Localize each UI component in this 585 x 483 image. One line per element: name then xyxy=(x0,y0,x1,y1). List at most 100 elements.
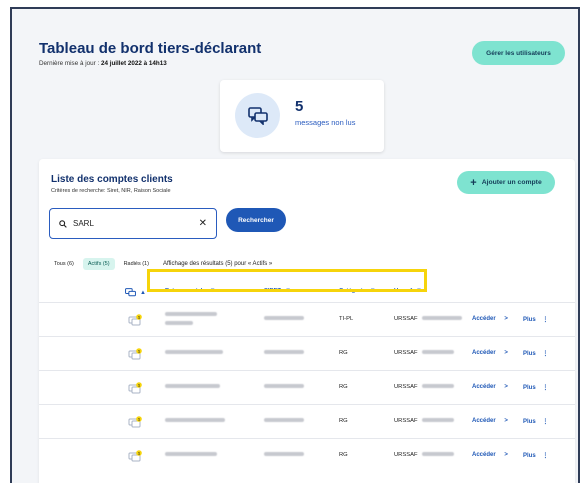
urssaf-label: URSSAF xyxy=(394,350,418,356)
column-categorie-label: Catégorie xyxy=(339,288,366,294)
access-account-link[interactable]: Accéder > xyxy=(472,418,508,424)
last-update: Dernière mise à jour : 24 juillet 2022 à… xyxy=(39,60,167,67)
chat-bubbles-icon xyxy=(235,93,280,138)
clear-icon[interactable]: ✕ xyxy=(199,218,207,229)
column-siret[interactable]: SIRET ▼ xyxy=(264,288,291,294)
filter-all[interactable]: Tous (6) xyxy=(49,258,79,270)
access-label: Accéder xyxy=(472,316,496,322)
add-account-label: Ajouter un compte xyxy=(481,179,542,186)
table-row: 1 TI-PL URSSAF Accéder > Plus ⋮ xyxy=(39,302,575,336)
urssaf-cell: URSSAF xyxy=(394,418,455,424)
urssaf-cell: URSSAF xyxy=(394,452,455,458)
categorie-cell: RG xyxy=(339,452,348,458)
categorie-cell: RG xyxy=(339,418,348,424)
kebab-menu-icon: ⋮ xyxy=(542,385,549,391)
access-account-link[interactable]: Accéder > xyxy=(472,316,508,322)
urssaf-cell: URSSAF xyxy=(394,350,455,356)
message-notification-icon[interactable]: 1 xyxy=(128,449,142,467)
column-categorie[interactable]: Catégorie ▼ xyxy=(339,288,376,294)
kebab-menu-icon: ⋮ xyxy=(542,453,549,459)
search-value: SARL xyxy=(73,219,94,228)
search-icon xyxy=(59,219,67,228)
kebab-menu-icon: ⋮ xyxy=(542,317,549,323)
add-account-button[interactable]: + Ajouter un compte xyxy=(457,171,555,194)
chevron-right-icon: > xyxy=(504,418,508,424)
siret-cell xyxy=(264,452,304,458)
urssaf-label: URSSAF xyxy=(394,452,418,458)
raison-sociale-cell xyxy=(165,418,225,424)
app-frame: Tableau de bord tiers-déclarant Dernière… xyxy=(10,7,580,483)
access-label: Accéder xyxy=(472,418,496,424)
urssaf-label: URSSAF xyxy=(394,384,418,390)
more-actions-button[interactable]: Plus ⋮ xyxy=(523,418,548,425)
sort-messages-column[interactable]: ▲ xyxy=(125,288,146,298)
more-actions-button[interactable]: Plus ⋮ xyxy=(523,350,548,357)
categorie-cell: RG xyxy=(339,350,348,356)
table-row: 1 RG URSSAF Accéder > Plus ⋮ xyxy=(39,438,575,472)
more-actions-button[interactable]: Plus ⋮ xyxy=(523,452,548,459)
more-actions-button[interactable]: Plus ⋮ xyxy=(523,316,548,323)
unread-count: 5 xyxy=(295,98,304,115)
table-header: ▲ Raison sociale ▼ SIRET ▼ Catégorie ▼ U… xyxy=(39,281,575,303)
siret-cell xyxy=(264,418,304,424)
last-update-value: 24 juillet 2022 à 14h13 xyxy=(100,60,167,67)
urssaf-label: URSSAF xyxy=(394,418,418,424)
kebab-menu-icon: ⋮ xyxy=(542,351,549,357)
filter-deregistered[interactable]: Radiés (1) xyxy=(119,258,154,270)
more-label: Plus xyxy=(523,317,536,323)
raison-sociale-cell xyxy=(165,312,217,325)
column-raison-label: Raison sociale xyxy=(165,288,206,294)
column-urssaf[interactable]: Urssaf ▼ xyxy=(394,288,422,294)
chevron-right-icon: > xyxy=(504,384,508,390)
siret-cell xyxy=(264,350,304,356)
siret-cell xyxy=(264,316,304,322)
more-label: Plus xyxy=(523,453,536,459)
access-account-link[interactable]: Accéder > xyxy=(472,350,508,356)
list-title: Liste des comptes clients xyxy=(51,174,173,185)
urssaf-cell: URSSAF xyxy=(394,316,463,322)
siret-cell xyxy=(264,384,304,390)
more-actions-button[interactable]: Plus ⋮ xyxy=(523,384,548,391)
page-title: Tableau de bord tiers-déclarant xyxy=(39,40,262,57)
access-label: Accéder xyxy=(472,384,496,390)
kebab-menu-icon: ⋮ xyxy=(542,419,549,425)
search-input[interactable]: SARL ✕ xyxy=(49,208,217,239)
chevron-right-icon: > xyxy=(504,350,508,356)
message-notification-icon[interactable]: 1 xyxy=(128,313,142,331)
caret-down-icon: ▼ xyxy=(209,288,216,294)
caret-down-icon: ▼ xyxy=(369,288,376,294)
column-raison-sociale[interactable]: Raison sociale ▼ xyxy=(165,288,216,294)
access-account-link[interactable]: Accéder > xyxy=(472,384,508,390)
sort-asc-icon: ▲ xyxy=(140,290,146,296)
results-description: Affichage des résultats (5) pour « Actif… xyxy=(162,261,273,267)
message-notification-icon[interactable]: 1 xyxy=(128,415,142,433)
column-urssaf-label: Urssaf xyxy=(394,288,413,294)
access-account-link[interactable]: Accéder > xyxy=(472,452,508,458)
unread-messages-card[interactable]: 5 messages non lus xyxy=(220,80,384,152)
chat-bubbles-icon xyxy=(125,288,136,297)
chevron-right-icon: > xyxy=(504,316,508,322)
access-label: Accéder xyxy=(472,452,496,458)
caret-down-icon: ▼ xyxy=(416,288,422,294)
table-row: 1 RG URSSAF Accéder > Plus ⋮ xyxy=(39,404,575,438)
access-label: Accéder xyxy=(472,350,496,356)
raison-sociale-cell xyxy=(165,452,217,458)
table-row: 1 RG URSSAF Accéder > Plus ⋮ xyxy=(39,370,575,404)
urssaf-label: URSSAF xyxy=(394,316,418,322)
search-button[interactable]: Rechercher xyxy=(226,208,286,232)
message-notification-icon[interactable]: 1 xyxy=(128,381,142,399)
client-accounts-list: Liste des comptes clients Critères de re… xyxy=(39,159,575,483)
raison-sociale-cell xyxy=(165,350,223,356)
status-filters: Tous (6) Actifs (5) Radiés (1) Affichage… xyxy=(49,258,272,270)
plus-icon: + xyxy=(470,176,477,189)
message-notification-icon[interactable]: 1 xyxy=(128,347,142,365)
search-criteria: Critères de recherche: Siret, NIR, Raiso… xyxy=(51,188,171,194)
categorie-cell: TI-PL xyxy=(339,316,354,322)
more-label: Plus xyxy=(523,385,536,391)
filter-active[interactable]: Actifs (5) xyxy=(82,258,115,270)
unread-label: messages non lus xyxy=(295,118,356,127)
manage-users-button[interactable]: Gérer les utilisateurs xyxy=(472,41,565,65)
caret-down-icon: ▼ xyxy=(285,288,292,294)
chevron-right-icon: > xyxy=(504,452,508,458)
more-label: Plus xyxy=(523,351,536,357)
